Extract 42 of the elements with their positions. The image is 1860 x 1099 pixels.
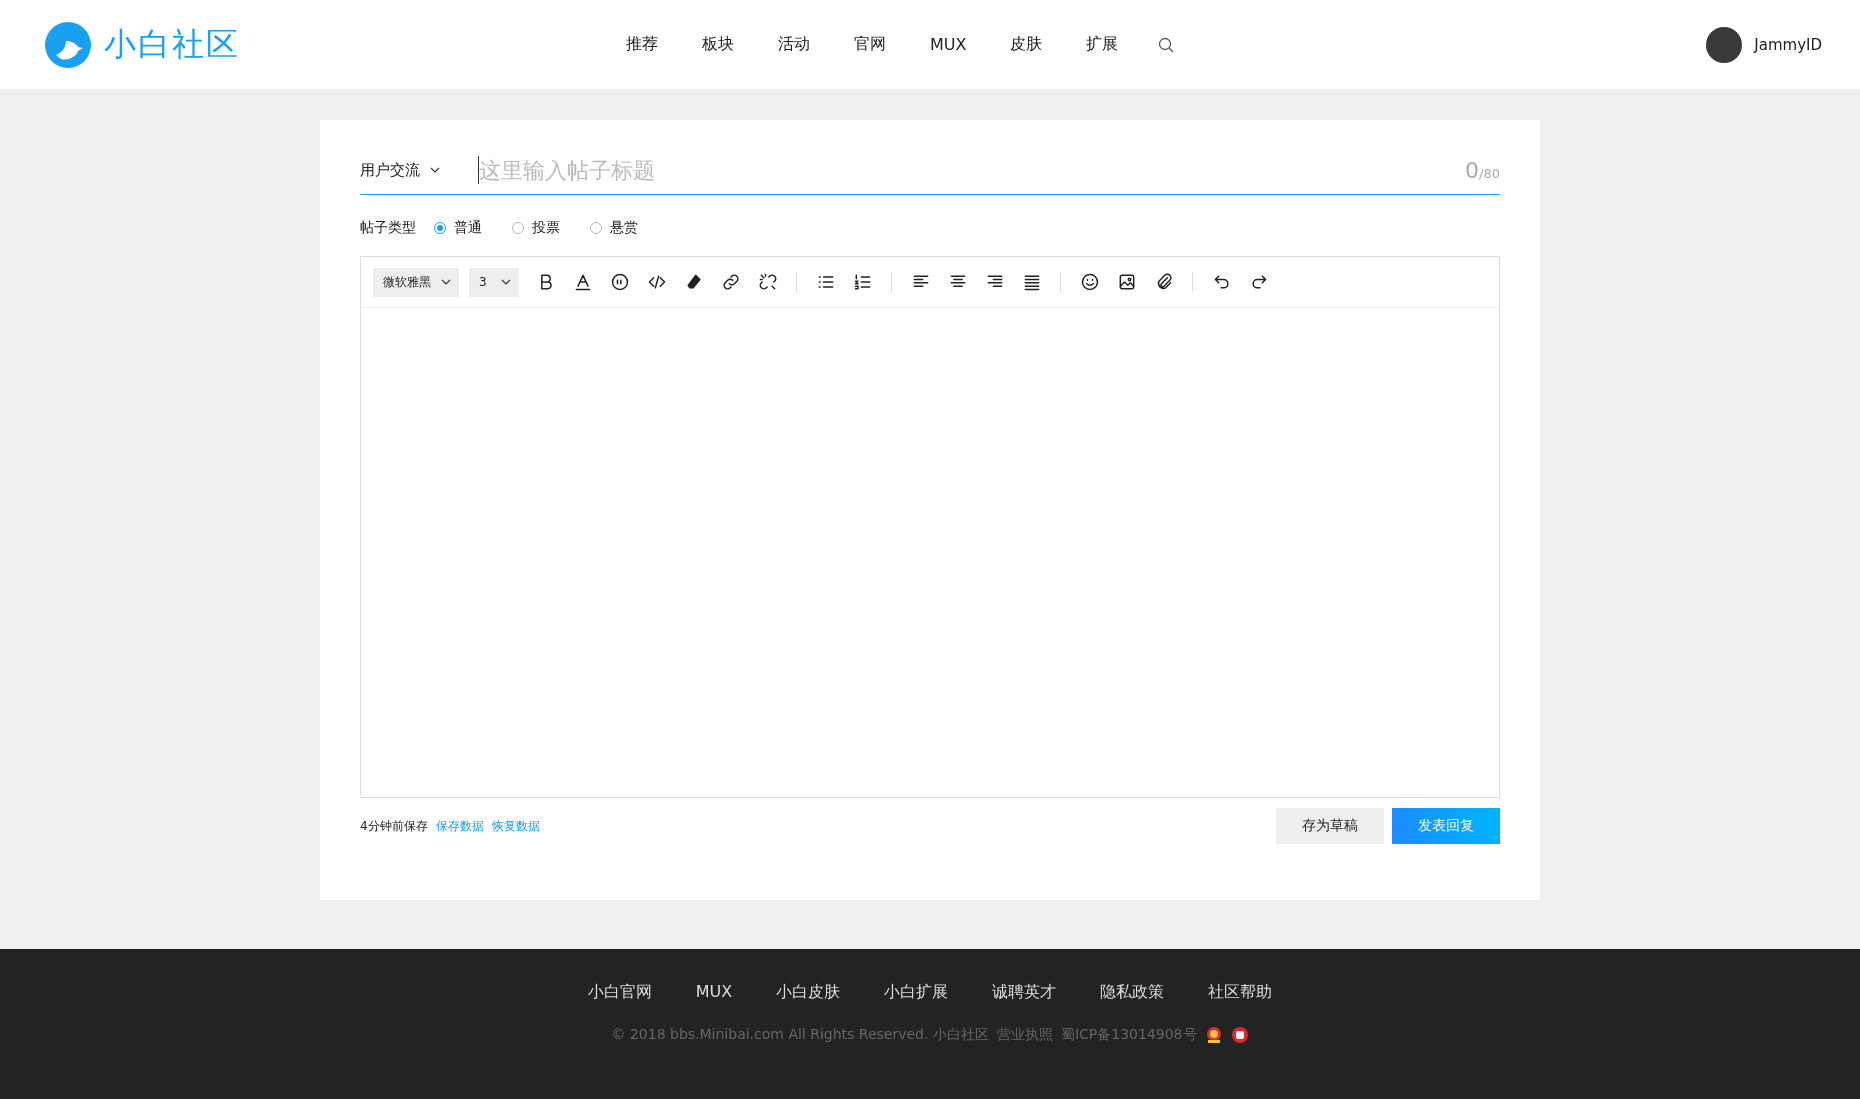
police-emblem-icon[interactable] [1204,1026,1223,1044]
logo-text: 小白社区 [104,23,240,65]
char-count: 0 [1465,157,1480,183]
nav-link[interactable]: 扩展 [1064,34,1141,55]
save-status: 4分钟前保存 [360,817,428,835]
nav-link[interactable]: 板块 [680,34,756,55]
numbered-list-icon[interactable] [852,272,873,292]
footer-link[interactable]: 社区帮助 [1208,982,1273,1003]
chevron-down-icon [430,167,440,173]
radio-label[interactable]: 投票 [532,219,560,237]
quote-icon[interactable] [609,272,630,292]
post-type-label: 帖子类型 [360,219,416,237]
chevron-down-icon [441,279,451,285]
draft-button[interactable]: 存为草稿 [1276,808,1384,844]
link-icon[interactable] [720,272,741,292]
nav-link[interactable]: 活动 [756,34,832,55]
nav-link[interactable]: 推荐 [604,34,680,55]
chevron-down-icon [501,279,511,285]
smiley-icon[interactable] [1079,272,1100,292]
search-icon[interactable] [1158,36,1175,53]
radio-label[interactable]: 普通 [454,219,482,237]
category-dropdown[interactable]: 用户交流 [360,160,478,180]
font-family-select[interactable]: 微软雅黑 [373,267,459,297]
footer-link[interactable]: 小白官网 [587,982,652,1003]
nav-link[interactable]: 皮肤 [988,34,1065,55]
footer-link[interactable]: 隐私政策 [1100,982,1165,1003]
footer-link[interactable]: MUX [695,982,733,1003]
copyright-text: © 2018 bbs.Minibai.com All Rights Reserved. 小白社区 [611,1026,989,1044]
username[interactable]: JammyID [1754,35,1822,54]
footer-link[interactable]: 小白扩展 [884,982,949,1003]
char-limit: /80 [1479,165,1500,181]
nav-link[interactable]: 官网 [832,34,908,55]
footer-link[interactable]: 小白皮肤 [776,982,841,1003]
code-icon[interactable] [646,272,667,292]
nav-link[interactable]: MUX [908,35,989,54]
font-size-select[interactable]: 3 [469,267,519,297]
credit-badge-icon[interactable] [1230,1026,1249,1044]
bird-logo-icon [44,20,92,69]
unlink-icon[interactable] [757,272,778,292]
footer-link[interactable]: 诚聘英才 [992,982,1057,1003]
radio-label[interactable]: 悬赏 [610,219,638,237]
avatar[interactable] [1706,26,1743,63]
